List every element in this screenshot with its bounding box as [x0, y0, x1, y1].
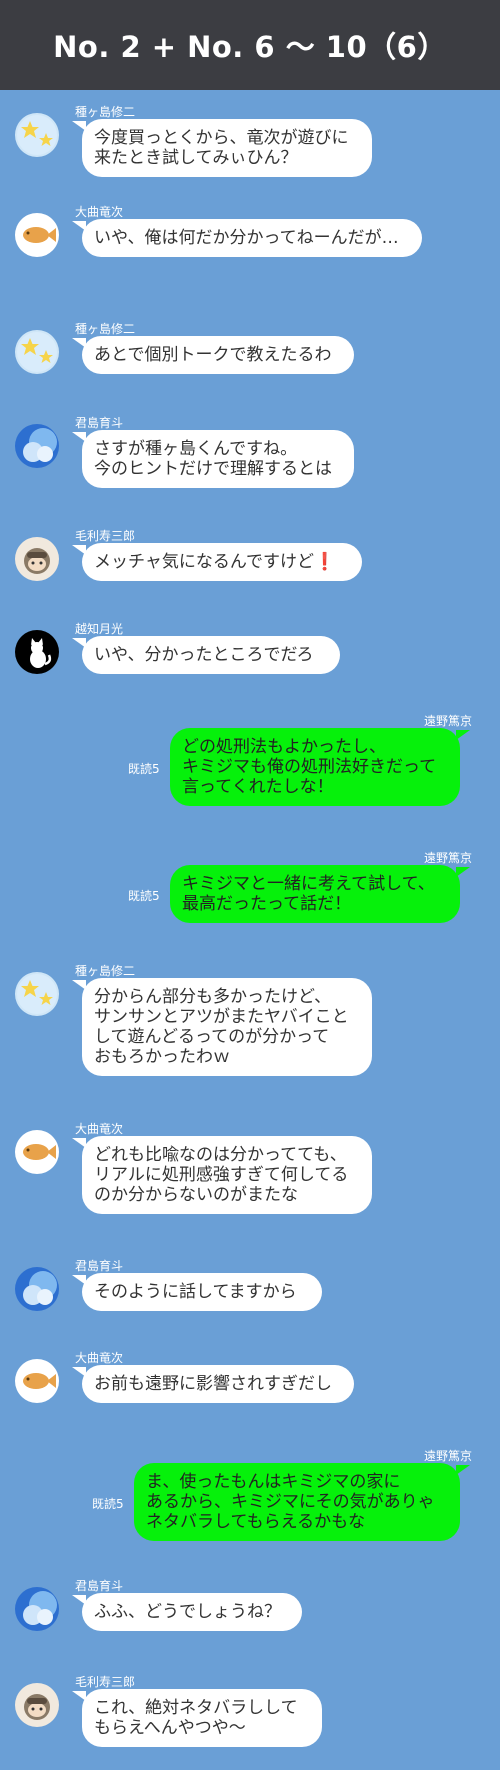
- message-text: お前も遠野に影響されすぎだし: [94, 1374, 332, 1394]
- message-text: どれも比喩なのは分かってても、: [94, 1145, 347, 1165]
- message-text: ネタバラしてもらえるかもな: [146, 1512, 366, 1532]
- message-bubble[interactable]: さすが種ヶ島くんですね。 今のヒントだけで理解するとは: [72, 430, 354, 488]
- message-text: あるから、キミジマにその気がありゃ: [146, 1492, 435, 1512]
- message-text: ま、使ったもんはキミジマの家に: [146, 1472, 401, 1492]
- message-text: さすが種ヶ島くんですね。: [94, 439, 298, 459]
- read-receipt: 既読5: [92, 1497, 124, 1511]
- sender-name: 大曲竜次: [75, 1122, 124, 1136]
- message-text: キミジマも俺の処刑法好きだって: [182, 757, 437, 777]
- message-text: いや、俺は何だか分かってねーんだが…: [94, 228, 399, 248]
- message-text: 分からん部分も多かったけど、: [94, 987, 332, 1007]
- sender-name: 遠野篤京: [423, 714, 472, 728]
- message-bubble[interactable]: お前も遠野に影響されすぎだし: [72, 1365, 354, 1403]
- read-receipt: 既読5: [128, 762, 160, 776]
- message-text: おもろかったわｗ: [94, 1047, 230, 1067]
- message-bubble[interactable]: いや、分かったところでだろ: [72, 636, 340, 674]
- exclamation-icon: ❗: [313, 552, 336, 572]
- message-bubble[interactable]: そのように話してますから: [72, 1273, 322, 1311]
- sky-avatar[interactable]: [15, 1587, 59, 1631]
- message-bubble[interactable]: これ、絶対ネタバラしして もらえへんやつや〜: [72, 1689, 322, 1747]
- message-text: もらえへんやつや〜: [94, 1718, 246, 1738]
- sky-avatar[interactable]: [15, 1267, 59, 1311]
- chat-title: No. 2 + No. 6 ～ 10（6）: [0, 0, 500, 90]
- sender-name: 遠野篤京: [423, 851, 472, 865]
- message-bubble[interactable]: 今度買っとくから、竜次が遊びに 来たとき試してみぃひん？: [72, 119, 372, 177]
- sender-name: 種ヶ島修二: [75, 322, 136, 336]
- character-avatar[interactable]: [15, 537, 59, 581]
- stars-avatar[interactable]: [15, 113, 59, 157]
- sender-name: 君島育斗: [75, 1259, 124, 1273]
- message-text: いや、分かったところでだろ: [94, 645, 314, 665]
- message-text: メッチャ気になるんですけど❗: [94, 552, 336, 572]
- message-text: のか分からないのがまたな: [94, 1185, 298, 1205]
- sender-name: 大曲竜次: [75, 1351, 124, 1365]
- message-text: これ、絶対ネタバラしして: [94, 1698, 298, 1718]
- sender-name: 毛利寿三郎: [75, 1675, 136, 1689]
- message-bubble[interactable]: ふふ、どうでしょうね？: [72, 1593, 302, 1631]
- sky-avatar[interactable]: [15, 424, 59, 468]
- message-text: 今度買っとくから、竜次が遊びに: [94, 128, 349, 148]
- sender-name: 越知月光: [75, 622, 124, 636]
- message-text: サンサンとアツがまたヤバイこと: [94, 1007, 349, 1027]
- message-text: そのように話してますから: [94, 1282, 297, 1302]
- message-bubble[interactable]: どの処刑法もよかったし、 キミジマも俺の処刑法好きだって 言ってくれたしな！: [170, 728, 470, 806]
- sender-name: 君島育斗: [75, 1579, 124, 1593]
- character-avatar[interactable]: [15, 1683, 59, 1727]
- read-receipt: 既読5: [128, 889, 160, 903]
- message-text: 来たとき試してみぃひん？: [94, 148, 298, 168]
- message-bubble[interactable]: いや、俺は何だか分かってねーんだが…: [72, 219, 422, 257]
- message-text: 今のヒントだけで理解するとは: [94, 459, 332, 479]
- sender-name: 遠野篤京: [423, 1449, 472, 1463]
- message-text: して遊んどるってのが分かって: [94, 1027, 330, 1047]
- taiyaki-avatar[interactable]: [15, 1359, 59, 1403]
- message-text: どの処刑法もよかったし、: [182, 737, 386, 757]
- taiyaki-avatar[interactable]: [15, 1130, 59, 1174]
- sender-name: 種ヶ島修二: [75, 105, 136, 119]
- sender-name: 大曲竜次: [75, 205, 124, 219]
- message-bubble[interactable]: あとで個別トークで教えたるわ: [72, 336, 354, 374]
- message-text: 言ってくれたしな！: [182, 777, 334, 797]
- message-bubble[interactable]: キミジマと一緒に考えて試して、 最高だったって話だ！: [170, 865, 470, 923]
- cat-avatar[interactable]: [15, 630, 59, 674]
- message-text: キミジマと一緒に考えて試して、: [182, 874, 435, 894]
- sender-name: 毛利寿三郎: [75, 529, 136, 543]
- message-text: ふふ、どうでしょうね？: [94, 1602, 281, 1622]
- message-text: リアルに処刑感強すぎて何してる: [94, 1165, 349, 1185]
- message-bubble[interactable]: 分からん部分も多かったけど、 サンサンとアツがまたヤバイこと して遊んどるってのが分…: [72, 978, 372, 1076]
- message-bubble[interactable]: どれも比喩なのは分かってても、 リアルに処刑感強すぎて何してる のか分からないのがま…: [72, 1136, 372, 1214]
- message-text: 最高だったって話だ！: [182, 894, 352, 914]
- sender-name: 君島育斗: [75, 416, 124, 430]
- sender-name: 種ヶ島修二: [75, 964, 136, 978]
- stars-avatar[interactable]: [15, 972, 59, 1016]
- stars-avatar[interactable]: [15, 330, 59, 374]
- taiyaki-avatar[interactable]: [15, 213, 59, 257]
- message-text: あとで個別トークで教えたるわ: [94, 345, 332, 365]
- message-bubble[interactable]: メッチャ気になるんですけど❗: [72, 543, 362, 581]
- message-bubble[interactable]: ま、使ったもんはキミジマの家に あるから、キミジマにその気がありゃ ネタバラしてもら…: [134, 1463, 470, 1541]
